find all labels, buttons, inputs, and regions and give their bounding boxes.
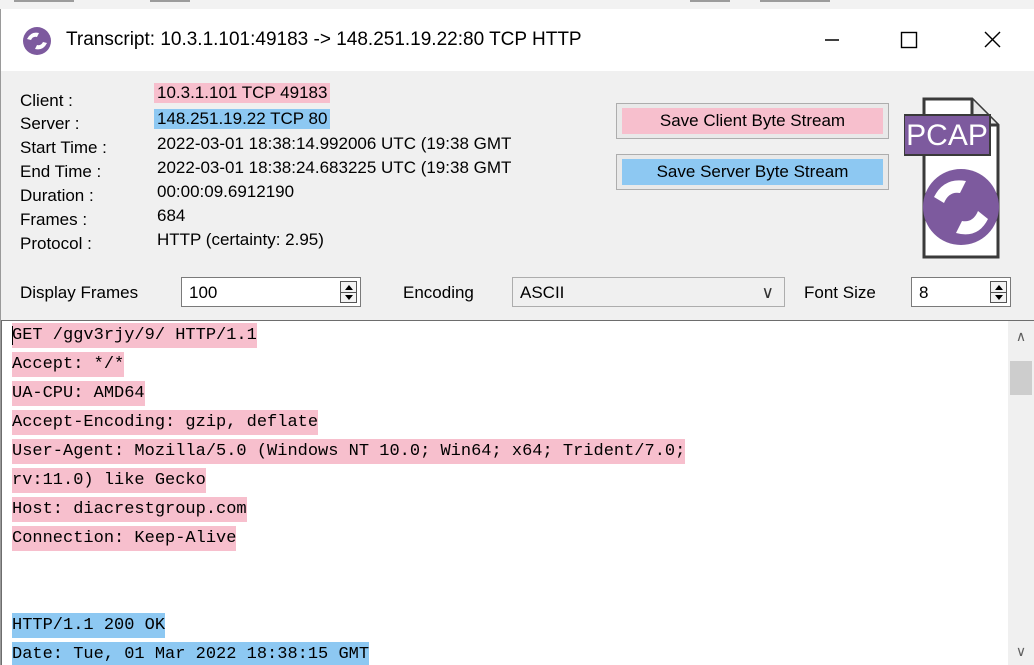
close-button[interactable]	[955, 9, 1019, 71]
display-frames-stepper[interactable]: 100	[181, 277, 361, 307]
protocol-value: HTTP (certainty: 2.95)	[157, 230, 324, 249]
end-time-label: End Time :	[20, 162, 102, 181]
scroll-up-icon[interactable]: ∧	[1008, 321, 1034, 351]
transcript-window: Transcript: 10.3.1.101:49183 -> 148.251.…	[0, 9, 1034, 665]
minimize-icon	[825, 39, 839, 41]
spin-down-icon[interactable]	[991, 292, 1006, 302]
font-size-stepper[interactable]: 8	[911, 277, 1011, 307]
font-size-value: 8	[919, 283, 929, 302]
duration-label: Duration :	[20, 186, 94, 205]
pcap-logo-text: PCAP	[906, 119, 988, 152]
start-time-label: Start Time :	[20, 138, 107, 157]
start-time-value: 2022-03-01 18:38:14.992006 UTC (19:38 GM…	[157, 134, 512, 153]
server-line: HTTP/1.1 200 OK	[12, 611, 1007, 640]
spin-down-icon[interactable]	[341, 292, 356, 302]
encoding-select[interactable]: ASCII ∨	[512, 277, 785, 307]
save-server-button-label: Save Server Byte Stream	[622, 159, 883, 185]
background-window-strip	[0, 0, 1034, 9]
client-value: 10.3.1.101 TCP 49183	[154, 83, 331, 103]
frames-label: Frames :	[20, 210, 88, 229]
transcript-content[interactable]: GET /ggv3rjy/9/ HTTP/1.1 Accept: */* UA-…	[12, 321, 1007, 665]
client-line: Connection: Keep-Alive	[12, 524, 1007, 553]
networkminer-icon	[23, 27, 51, 55]
encoding-value: ASCII	[520, 283, 565, 302]
client-line: Accept-Encoding: gzip, deflate	[12, 408, 1007, 437]
chevron-down-icon: ∨	[761, 283, 774, 302]
client-line: Accept: */*	[12, 350, 1007, 379]
client-line: UA-CPU: AMD64	[12, 379, 1007, 408]
display-frames-value: 100	[189, 283, 218, 302]
server-label: Server :	[20, 114, 80, 133]
client-line: User-Agent: Mozilla/5.0 (Windows NT 10.0…	[12, 437, 1007, 466]
transcript-text-area[interactable]: GET /ggv3rjy/9/ HTTP/1.1 Accept: */* UA-…	[1, 320, 1034, 665]
end-time-value: 2022-03-01 18:38:24.683225 UTC (19:38 GM…	[157, 158, 512, 177]
encoding-label: Encoding	[403, 283, 474, 302]
display-frames-spin[interactable]	[340, 281, 357, 303]
font-size-spin[interactable]	[990, 281, 1007, 303]
client-line: GET /ggv3rjy/9/ HTTP/1.1	[12, 321, 1007, 350]
vertical-scrollbar[interactable]: ∧ ∨	[1008, 321, 1034, 665]
scroll-down-icon[interactable]: ∨	[1008, 636, 1034, 665]
client-line: rv:11.0) like Gecko	[12, 466, 1007, 495]
minimize-button[interactable]	[799, 9, 863, 71]
client-label: Client :	[20, 91, 73, 110]
server-line: Date: Tue, 01 Mar 2022 18:38:15 GMT	[12, 640, 1007, 665]
client-line: Host: diacrestgroup.com	[12, 495, 1007, 524]
server-value: 148.251.19.22 TCP 80	[154, 109, 331, 129]
window-title: Transcript: 10.3.1.101:49183 -> 148.251.…	[66, 29, 582, 50]
save-client-byte-stream-button[interactable]: Save Client Byte Stream	[616, 103, 889, 139]
text-caret	[12, 326, 13, 345]
maximize-icon	[900, 31, 918, 49]
font-size-label: Font Size	[804, 283, 876, 302]
scrollbar-thumb[interactable]	[1010, 361, 1032, 395]
frames-value: 684	[157, 206, 186, 225]
protocol-label: Protocol :	[20, 234, 92, 253]
duration-value: 00:00:09.6912190	[157, 182, 295, 201]
display-frames-label: Display Frames	[20, 283, 139, 302]
maximize-button[interactable]	[877, 9, 941, 71]
save-client-button-label: Save Client Byte Stream	[622, 108, 883, 134]
title-bar[interactable]: Transcript: 10.3.1.101:49183 -> 148.251.…	[1, 9, 1034, 71]
pcap-file-icon: PCAP	[904, 97, 1000, 259]
close-icon	[984, 31, 1001, 48]
save-server-byte-stream-button[interactable]: Save Server Byte Stream	[616, 154, 889, 190]
